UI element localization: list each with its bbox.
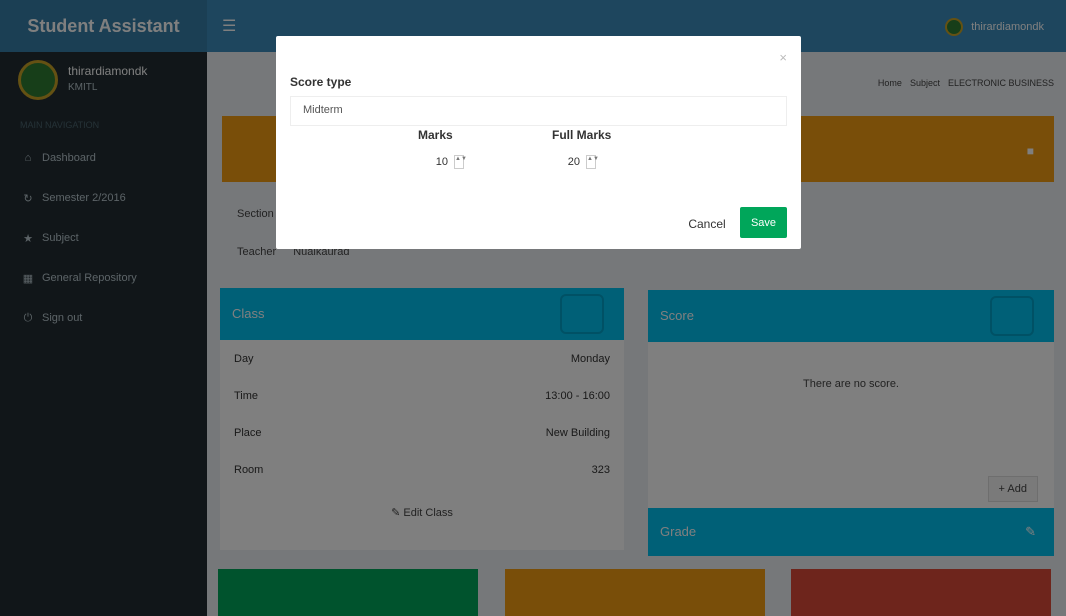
save-button[interactable]: Save (740, 207, 787, 238)
marks-input[interactable]: 10 ▲▼ (416, 150, 472, 174)
spinner-icon[interactable]: ▲▼ (586, 155, 599, 169)
full-marks-input[interactable]: 20 ▲▼ (548, 150, 604, 174)
marks-value: 10 (435, 156, 448, 168)
score-type-input[interactable]: Midterm (290, 96, 787, 126)
full-marks-label: Full Marks (552, 128, 612, 142)
spinner-icon[interactable]: ▲▼ (454, 155, 467, 169)
marks-label: Marks (418, 128, 453, 142)
score-modal: × Score type Midterm Marks 10 ▲▼ Full Ma… (276, 36, 801, 249)
score-type-label: Score type (290, 75, 352, 89)
cancel-button[interactable]: Cancel (681, 209, 733, 239)
close-icon[interactable]: × (779, 50, 787, 65)
full-marks-value: 20 (567, 156, 580, 168)
